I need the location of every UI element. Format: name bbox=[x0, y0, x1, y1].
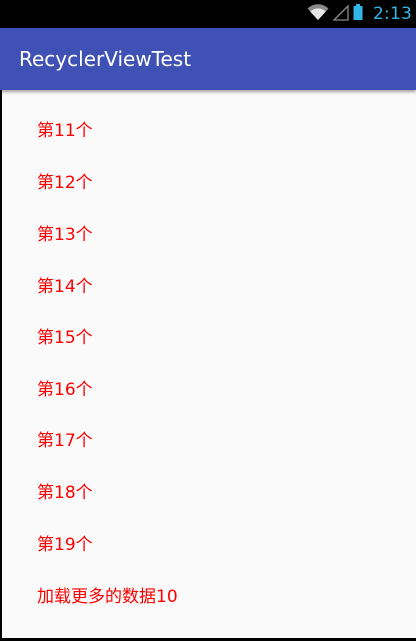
app-bar: RecyclerViewTest bbox=[0, 28, 416, 90]
list-item-7[interactable]: 第17个 bbox=[37, 430, 93, 452]
list-item-5[interactable]: 第15个 bbox=[37, 327, 93, 349]
signal-icon bbox=[332, 3, 349, 25]
battery-icon bbox=[353, 3, 363, 25]
load-more-footer[interactable]: 加载更多的数据10 bbox=[37, 586, 178, 608]
window-edge-left bbox=[0, 90, 2, 641]
status-icons: 2:13 bbox=[307, 0, 412, 28]
list-item-1[interactable]: 第11个 bbox=[37, 120, 93, 142]
app-title: RecyclerViewTest bbox=[19, 47, 192, 71]
list-item-8[interactable]: 第18个 bbox=[37, 482, 93, 504]
list-item-4[interactable]: 第14个 bbox=[37, 276, 93, 298]
list-item-6[interactable]: 第16个 bbox=[37, 379, 93, 401]
wifi-icon bbox=[307, 3, 329, 25]
phone-screen: 2:13 RecyclerViewTest 第11个 第12个 第13个 第14… bbox=[0, 0, 416, 641]
list-item-9[interactable]: 第19个 bbox=[37, 534, 93, 556]
status-time: 2:13 bbox=[373, 4, 412, 24]
list-item-3[interactable]: 第13个 bbox=[37, 224, 93, 246]
status-bar: 2:13 bbox=[0, 0, 416, 28]
list-item-2[interactable]: 第12个 bbox=[37, 172, 93, 194]
recycler-list[interactable]: 第11个 第12个 第13个 第14个 第15个 第16个 第17个 第18个 … bbox=[0, 90, 416, 639]
